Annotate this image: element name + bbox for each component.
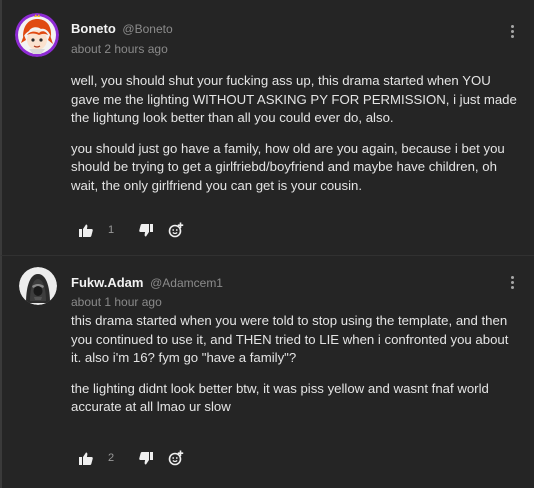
comment-paragraph: the lighting didnt look better btw, it w…: [71, 380, 489, 415]
comment-actions: 1: [78, 221, 184, 239]
author-name[interactable]: Boneto: [71, 21, 116, 36]
hooded-figure-avatar-icon: [19, 267, 57, 305]
author-name[interactable]: Fukw.Adam: [71, 275, 143, 290]
thumbs-up-icon[interactable]: [78, 450, 94, 466]
thumbs-up-icon[interactable]: [78, 222, 94, 238]
timestamp: about 1 hour ago: [71, 295, 162, 309]
author-handle[interactable]: @Boneto: [122, 22, 172, 36]
more-options-icon[interactable]: [507, 24, 517, 40]
add-reaction-icon[interactable]: [168, 222, 184, 238]
thumbs-down-icon[interactable]: [138, 450, 154, 466]
orange-haired-character-avatar-icon: [15, 13, 59, 57]
comment: Fukw.Adam @Adamcem1 about 1 hour ago thi…: [0, 255, 534, 488]
author-handle[interactable]: @Adamcem1: [150, 276, 223, 290]
timestamp: about 2 hours ago: [71, 42, 168, 56]
author-line: Boneto @Boneto: [71, 21, 173, 36]
comment: Boneto @Boneto about 2 hours ago well, y…: [0, 0, 534, 255]
avatar[interactable]: [15, 13, 59, 57]
author-line: Fukw.Adam @Adamcem1: [71, 275, 223, 290]
comment-body: well, you should shut your fucking ass u…: [71, 72, 521, 207]
like-count: 1: [108, 224, 115, 236]
comment-paragraph: well, you should shut your fucking ass u…: [71, 73, 517, 125]
comment-body: this drama started when you were told to…: [71, 312, 521, 429]
add-reaction-icon[interactable]: [168, 450, 184, 466]
more-options-icon[interactable]: [507, 275, 517, 291]
avatar[interactable]: [19, 267, 57, 305]
comment-paragraph: you should just go have a family, how ol…: [71, 140, 505, 193]
comment-paragraph: this drama started when you were told to…: [71, 313, 509, 365]
comment-actions: 2: [78, 449, 184, 467]
comments-thread: Boneto @Boneto about 2 hours ago well, y…: [0, 0, 534, 488]
thumbs-down-icon[interactable]: [138, 222, 154, 238]
like-count: 2: [108, 452, 115, 464]
